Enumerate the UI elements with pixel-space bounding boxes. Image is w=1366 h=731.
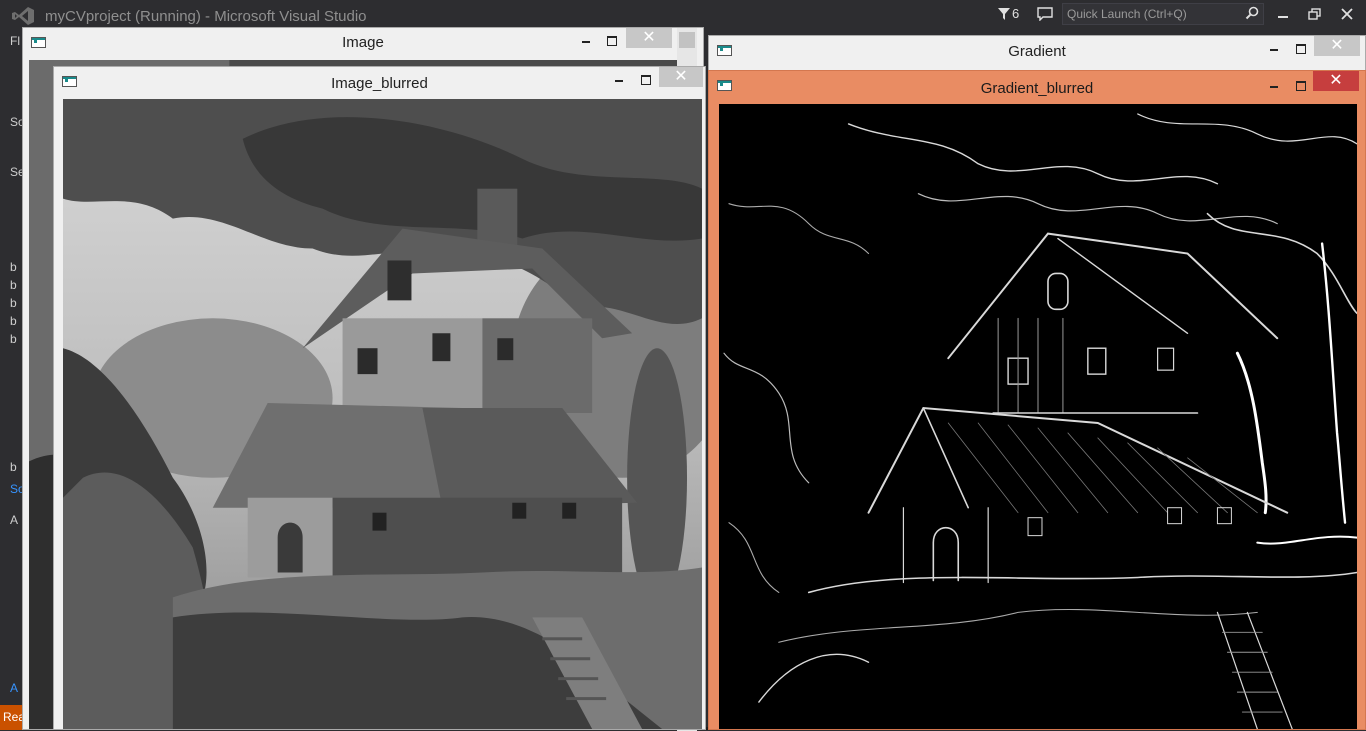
- close-button[interactable]: ✕: [1313, 71, 1359, 91]
- maximize-button[interactable]: [1290, 40, 1312, 58]
- maximize-button[interactable]: [635, 71, 657, 89]
- window-gradient-blurred[interactable]: Gradient_blurred ✕: [708, 70, 1366, 730]
- menu-fragment[interactable]: Fl: [10, 34, 20, 48]
- minimize-button[interactable]: [1263, 40, 1285, 58]
- panel-fragment: b: [10, 460, 17, 474]
- blurred-house-image: [63, 99, 702, 729]
- maximize-button[interactable]: [1290, 77, 1312, 95]
- quick-launch-input[interactable]: Quick Launch (Ctrl+Q): [1062, 3, 1264, 25]
- window-title-bar[interactable]: Gradient ✕: [709, 36, 1365, 66]
- panel-fragment: A: [10, 513, 19, 527]
- panel-fragment: b: [10, 296, 17, 310]
- panel-link-fragment[interactable]: A: [10, 681, 18, 695]
- edge-gradient-image: [719, 104, 1357, 729]
- window-gradient[interactable]: Gradient ✕: [708, 35, 1366, 75]
- minimize-button[interactable]: [575, 32, 597, 50]
- panel-fragment: b: [10, 332, 17, 346]
- window-title-bar[interactable]: Gradient_blurred ✕: [709, 71, 1365, 101]
- gradient-blurred-canvas: [719, 104, 1357, 729]
- notifications-button[interactable]: 6: [998, 6, 1019, 21]
- visual-studio-logo-icon: [12, 7, 34, 25]
- window-title-bar[interactable]: Image_blurred ✕: [54, 67, 705, 97]
- close-button[interactable]: ✕: [1314, 36, 1360, 56]
- notification-count: 6: [1012, 6, 1020, 21]
- quick-launch-placeholder: Quick Launch (Ctrl+Q): [1067, 7, 1187, 21]
- filter-icon: [998, 7, 1010, 20]
- feedback-icon[interactable]: [1037, 7, 1053, 21]
- search-icon: [1245, 6, 1259, 20]
- close-button[interactable]: ✕: [659, 67, 703, 87]
- maximize-button[interactable]: [601, 32, 623, 50]
- scrollbar-thumb[interactable]: [679, 32, 695, 48]
- minimize-button[interactable]: [1263, 77, 1285, 95]
- window-image-blurred[interactable]: Image_blurred ✕: [53, 66, 706, 730]
- panel-fragment: b: [10, 314, 17, 328]
- window-title-bar[interactable]: Image ✕: [23, 28, 703, 58]
- panel-fragment: b: [10, 278, 17, 292]
- vs-window-title: myCVproject (Running) - Microsoft Visual…: [45, 8, 367, 25]
- vs-restore-icon[interactable]: [1306, 6, 1324, 22]
- close-button[interactable]: ✕: [626, 28, 672, 48]
- panel-fragment: b: [10, 260, 17, 274]
- vs-minimize-icon[interactable]: [1274, 6, 1292, 22]
- minimize-button[interactable]: [608, 71, 630, 89]
- vs-close-icon[interactable]: [1338, 6, 1356, 22]
- image-blurred-canvas: [63, 99, 702, 729]
